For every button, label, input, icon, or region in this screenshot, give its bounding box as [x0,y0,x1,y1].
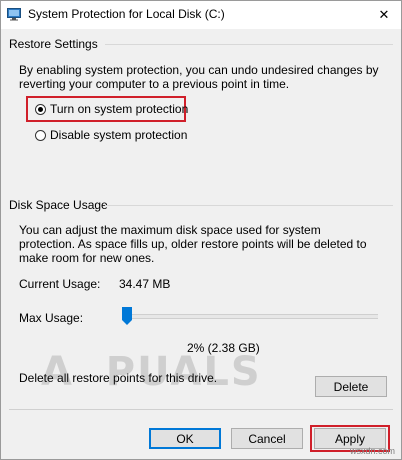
max-usage-value: 2% (2.38 GB) [187,341,260,355]
window-title: System Protection for Local Disk (C:) [28,7,225,21]
delete-restore-points-text: Delete all restore points for this drive… [19,371,218,385]
max-usage-slider-track[interactable] [122,314,378,319]
radio-disable-protection[interactable]: Disable system protection [35,128,187,142]
site-watermark: wsxdn.com [349,446,395,456]
disk-space-heading: Disk Space Usage [9,198,108,212]
ok-button[interactable]: OK [149,428,221,449]
radio-button-checked[interactable] [35,103,46,115]
cancel-button[interactable]: Cancel [231,428,303,449]
max-usage-slider-thumb[interactable] [122,307,133,325]
radio-disable-label: Disable system protection [50,128,188,142]
radio-turn-on-protection[interactable]: Turn on system protection [35,102,188,116]
close-button[interactable]: ✕ [367,1,401,29]
delete-button[interactable]: Delete [315,376,387,397]
disk-space-rule [105,205,393,206]
disk-description: You can adjust the maximum disk space us… [19,223,367,265]
system-properties-icon [7,8,21,21]
radio-button-unchecked[interactable] [35,129,46,141]
title-bar[interactable]: System Protection for Local Disk (C:) ✕ [1,1,401,29]
current-usage-label: Current Usage: [19,277,101,291]
max-usage-label: Max Usage: [19,311,84,325]
restore-settings-heading: Restore Settings [9,37,98,51]
system-protection-dialog: System Protection for Local Disk (C:) ✕ … [0,0,402,460]
close-icon: ✕ [378,7,390,23]
restore-description: By enabling system protection, you can u… [19,63,379,91]
radio-turn-on-label: Turn on system protection [50,102,189,116]
current-usage-value: 34.47 MB [119,277,171,291]
footer-separator [9,409,393,410]
restore-settings-rule [105,44,393,45]
